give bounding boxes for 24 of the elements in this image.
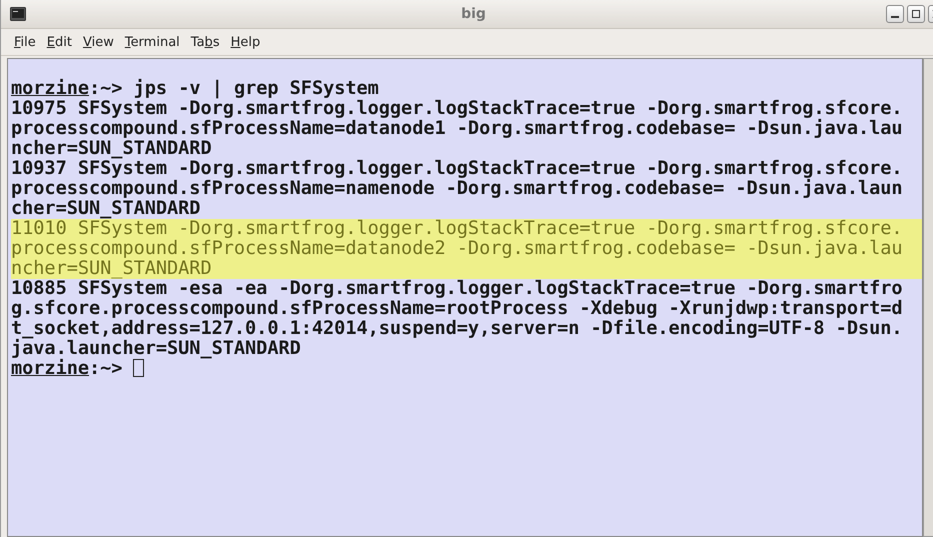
menu-item[interactable]: Edit bbox=[42, 34, 78, 50]
menu-item[interactable]: Terminal bbox=[120, 34, 186, 50]
output-line: cher=SUN_STANDARD bbox=[11, 199, 202, 219]
menu-item[interactable]: Help bbox=[226, 34, 266, 50]
output-line: 10885 SFSystem -esa -ea -Dorg.smartfrog.logger.logStackTrace=true -Dorg.smartfro bbox=[11, 279, 904, 299]
output-line: ncher=SUN_STANDARD bbox=[11, 139, 213, 159]
minimize-button[interactable] bbox=[886, 5, 904, 23]
menu-item[interactable]: File bbox=[9, 34, 42, 50]
output-line: t_socket,address=127.0.0.1:42014,suspend=y,server=n -Dfile.encoding=UTF-8 -Dsun. bbox=[11, 319, 904, 339]
maximize-button[interactable] bbox=[907, 5, 925, 23]
output-line: g.sfcore.processcompound.sfProcessName=rootProcess -Xdebug -Xrunjdwp:transport=d bbox=[11, 299, 904, 319]
menu-item[interactable]: Tabs bbox=[186, 34, 226, 50]
window-title: big bbox=[461, 6, 486, 22]
output-line: processcompound.sfProcessName=namenode -Dorg.smartfrog.codebase= -Dsun.java.laun bbox=[11, 179, 904, 199]
output-line: java.launcher=SUN_STANDARD bbox=[11, 339, 301, 359]
output-line: 10937 SFSystem -Dorg.smartfrog.logger.logStackTrace=true -Dorg.smartfrog.sfcore. bbox=[11, 159, 904, 179]
output-line: processcompound.sfProcessName=datanode1 -Dorg.smartfrog.codebase= -Dsun.java.lau bbox=[11, 119, 904, 139]
maximize-icon bbox=[911, 9, 921, 19]
minimize-icon bbox=[891, 16, 899, 18]
terminal-icon bbox=[10, 7, 26, 21]
output-line: 10975 SFSystem -Dorg.smartfrog.logger.logStackTrace=true -Dorg.smartfrog.sfcore. bbox=[11, 99, 904, 119]
prompt-line: morzine:~> jps -v | grep SFSystem bbox=[11, 79, 380, 99]
menu-item[interactable]: View bbox=[78, 34, 120, 50]
prompt-line: morzine:~> bbox=[11, 359, 922, 379]
